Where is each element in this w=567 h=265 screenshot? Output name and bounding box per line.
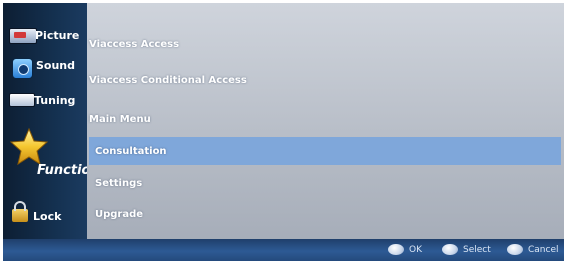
menu-item-viaccess-conditional-access[interactable]: Viaccess Conditional Access <box>89 67 559 95</box>
category-label: Lock <box>33 210 62 223</box>
select-label: Select <box>463 245 491 255</box>
picture-icon <box>9 28 37 44</box>
cancel-button-icon <box>507 244 523 255</box>
menu-item-label: Viaccess Conditional Access <box>89 75 247 86</box>
help-bar: OK Select Cancel <box>3 239 564 261</box>
menu-item-viaccess-access[interactable]: Viaccess Access <box>89 31 559 59</box>
category-function[interactable]: Functio <box>3 127 87 193</box>
tv-menu-screen: Picture Sound Tuning Functio Lock Viacce… <box>3 3 564 261</box>
menu-item-consultation[interactable]: Consultation <box>89 137 561 165</box>
sound-icon <box>12 58 33 79</box>
menu-item-label: Viaccess Access <box>89 39 180 50</box>
menu-item-upgrade[interactable]: Upgrade <box>89 201 559 229</box>
select-button-icon <box>442 244 458 255</box>
menu-item-label: Upgrade <box>95 209 144 220</box>
category-tuning[interactable]: Tuning <box>3 86 87 116</box>
category-picture[interactable]: Picture <box>3 21 87 51</box>
menu-item-main-menu[interactable]: Main Menu <box>89 106 559 134</box>
category-label: Functio <box>37 163 87 178</box>
menu-item-label: Main Menu <box>89 114 151 125</box>
padlock-icon <box>12 201 28 222</box>
tuning-icon <box>9 93 35 107</box>
ok-label: OK <box>409 245 422 255</box>
menu-item-settings[interactable]: Settings <box>89 170 559 198</box>
cancel-label: Cancel <box>528 245 559 255</box>
category-lock[interactable]: Lock <box>3 201 87 231</box>
category-sidebar: Picture Sound Tuning Functio Lock <box>3 3 87 239</box>
star-icon <box>9 127 49 167</box>
category-label: Picture <box>35 29 80 42</box>
category-label: Tuning <box>34 94 76 107</box>
ok-button-icon <box>388 244 404 255</box>
menu-item-label: Consultation <box>95 146 167 157</box>
category-sound[interactable]: Sound <box>3 53 87 83</box>
menu-item-label: Settings <box>95 178 143 189</box>
category-label: Sound <box>36 59 76 72</box>
